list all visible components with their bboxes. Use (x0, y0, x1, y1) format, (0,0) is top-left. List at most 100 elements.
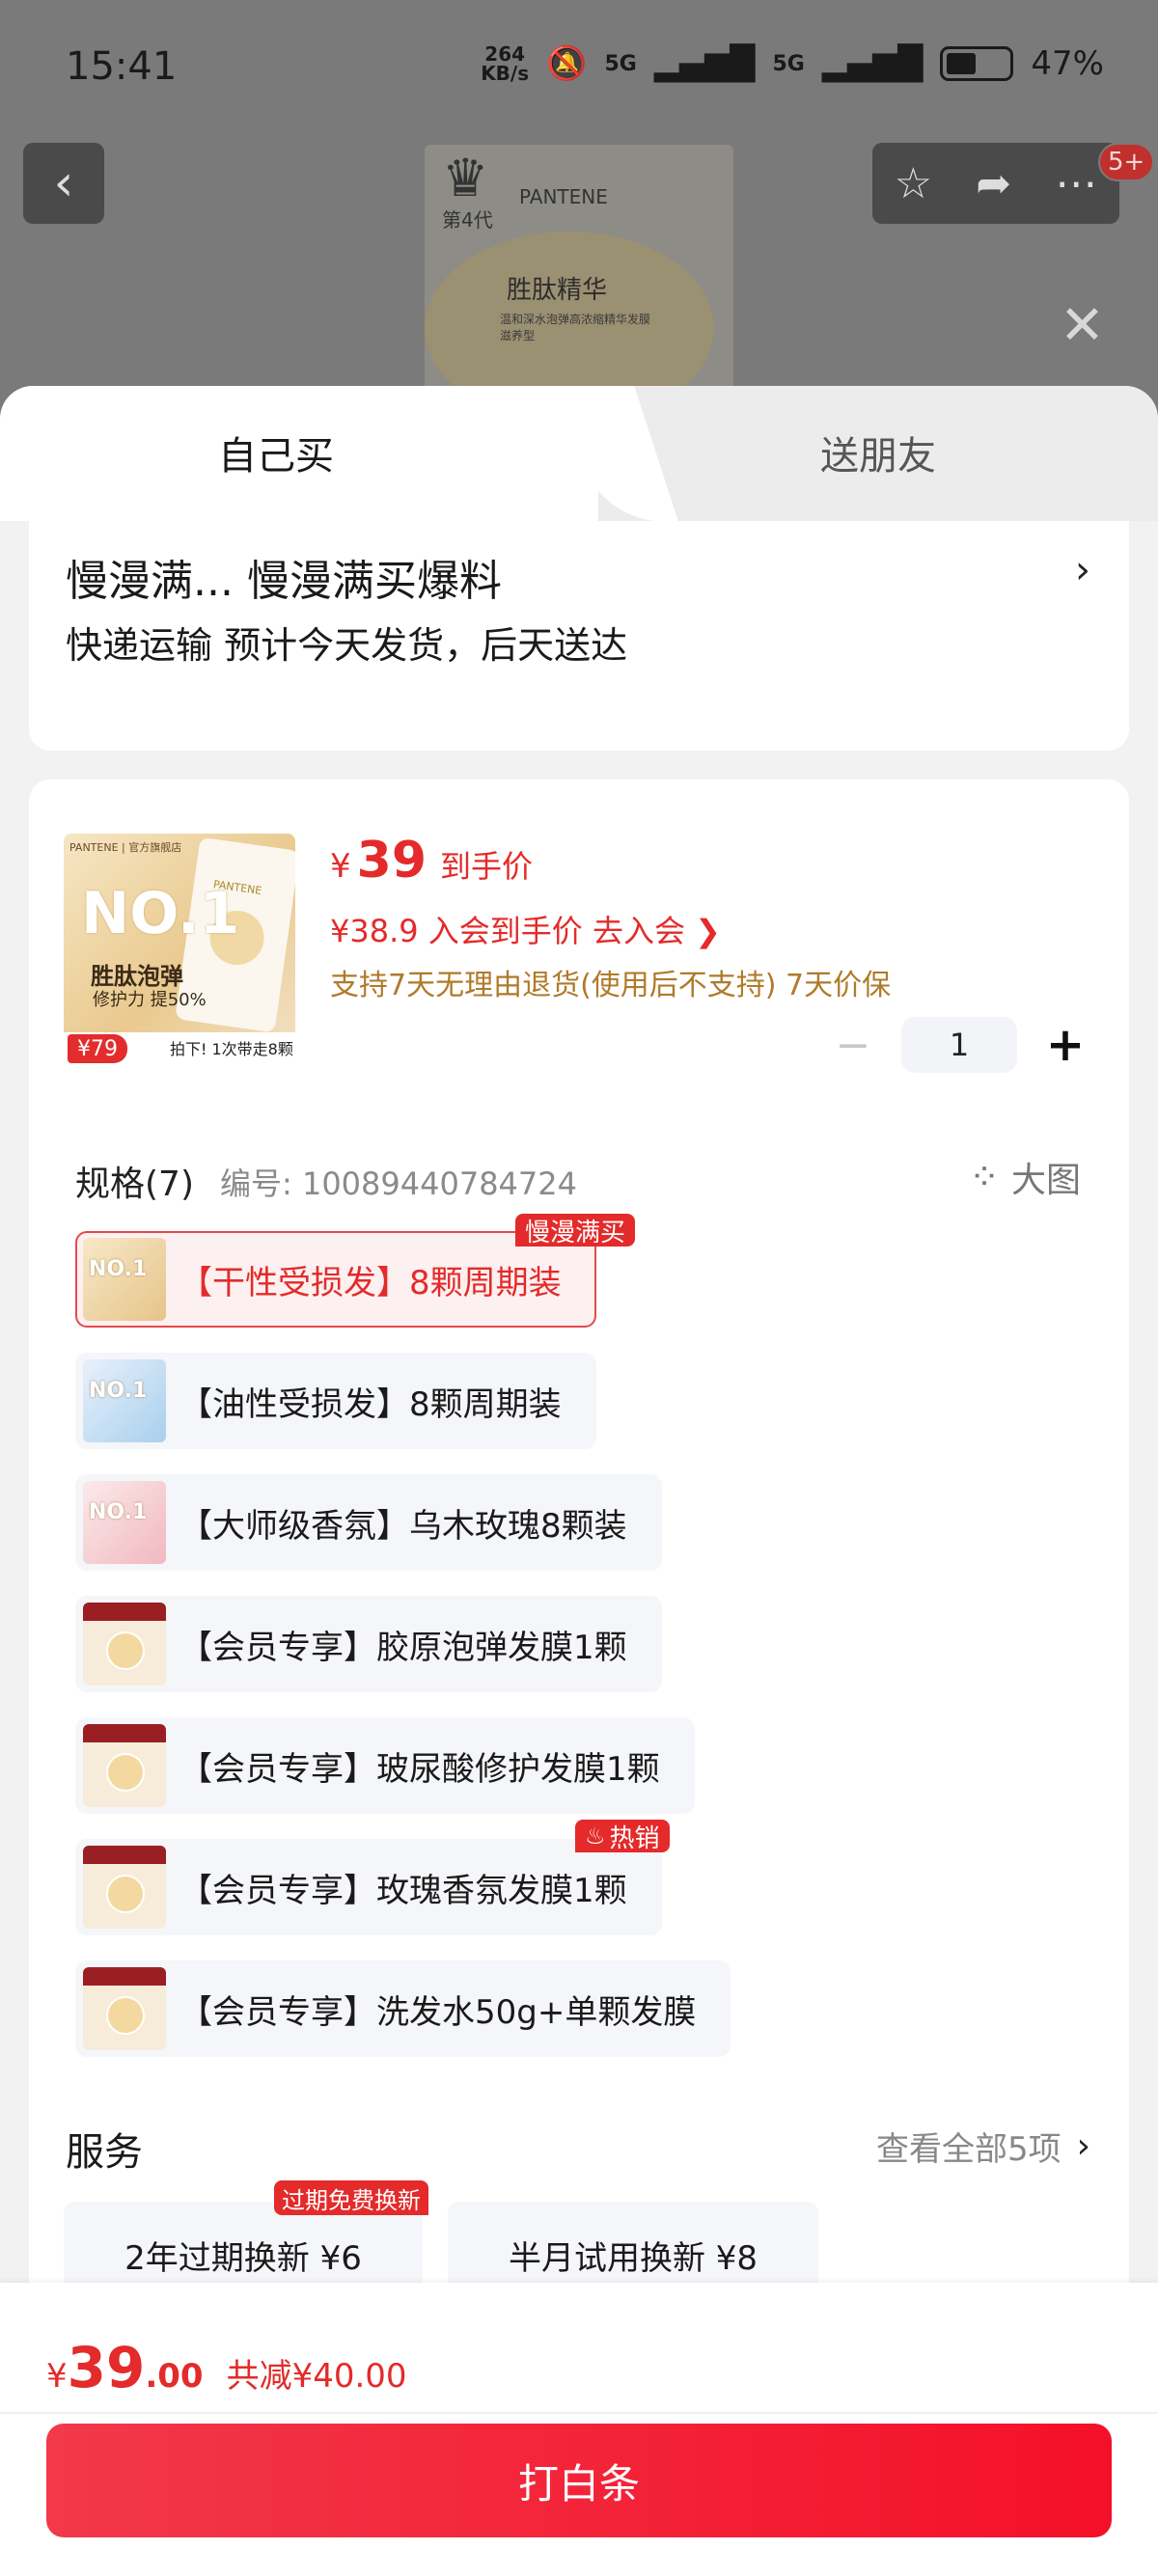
battery-percent: 47% (1031, 44, 1104, 83)
spec-option-label: 【大师级香氛】乌木玫瑰8颗装 (179, 1506, 627, 1546)
fire-icon: ♨ (585, 1822, 606, 1850)
minus-button[interactable]: − (824, 1021, 882, 1070)
background-product-image: ♛ 第4代 PANTENE 胜肽精华 温和深水泡弹高浓缩精华发膜 滋养型 (425, 145, 733, 425)
option-thumbnail (83, 1967, 166, 2050)
battery-level (947, 53, 976, 74)
tab-self[interactable]: 自己买 (0, 386, 598, 521)
big-image-button[interactable]: ⁘ 大图 (969, 1152, 1081, 1202)
spec-option-label: 【会员专享】胶原泡弹发膜1颗 (179, 1628, 627, 1667)
product-image-headline: NO.1 (81, 880, 240, 947)
spec-option[interactable]: 【会员专享】玻尿酸修护发膜1颗 (75, 1717, 695, 1814)
services-view-all[interactable]: 查看全部5项 › (876, 2123, 1090, 2170)
spec-option[interactable]: 【会员专享】胶原泡弹发膜1颗 (75, 1596, 662, 1692)
option-thumbnail (83, 1724, 166, 1807)
price-currency: ¥ (330, 847, 351, 886)
battery-icon (940, 46, 1014, 81)
page-root: 15:41 264 KB/s 🔕 5G ▂▄▆█ 5G ▂▄▆█ 47% ‹ ♛ 第… (0, 0, 1158, 2576)
thumb-disc (106, 1753, 145, 1792)
checkout-bar: ¥ 39 .00 共减¥40.00 打白条 (0, 2283, 1158, 2576)
spec-option-label: 【油性受损发】8颗周期装 (179, 1384, 562, 1424)
services-title: 服务 (66, 2130, 143, 2175)
spec-option[interactable]: 【会员专享】洗发水50g+单颗发膜 (75, 1960, 731, 2057)
vip-price-link[interactable]: ¥38.9 入会到手价 去入会 ❯ (330, 907, 721, 951)
net-speed: 264 KB/s (481, 42, 530, 85)
address-line: 慢漫满... 慢漫满买爆料 (66, 557, 502, 606)
option-promo-tag: 慢漫满买 (515, 1214, 636, 1247)
divider (0, 2412, 1158, 2414)
thumb-disc (106, 1996, 145, 2035)
product-image-price-tag: ¥79 (68, 1034, 127, 1063)
spec-option[interactable]: 【会员专享】玫瑰香氛发膜1颗 (75, 1839, 662, 1935)
chevron-left-icon: ‹ (53, 154, 74, 212)
hot-sale-label: 热销 (609, 1823, 660, 1853)
product-image-line2: 修护力 提50% (93, 990, 207, 1010)
signal-bars-icon: ▂▄▆█ (821, 44, 924, 83)
option-thumbnail: NO.1 (83, 1481, 166, 1564)
service-option-label: 半月试用换新 ¥8 (508, 2238, 758, 2278)
close-icon[interactable]: ✕ (1060, 299, 1105, 353)
tab-gift-label: 送朋友 (820, 434, 936, 479)
thumb-text: NO.1 (89, 1257, 148, 1281)
price-label: 到手价 (440, 848, 534, 885)
plus-button[interactable]: + (1036, 1018, 1094, 1072)
total-discount: 共减¥40.00 (226, 2357, 407, 2396)
star-icon[interactable]: ☆ (895, 159, 932, 208)
signal-bars-icon: ▂▄▆█ (653, 44, 756, 83)
mute-icon: 🔕 (546, 44, 588, 83)
hot-sale-tag: ♨ 热销 (575, 1820, 670, 1853)
thumb-text: NO.1 (89, 1379, 148, 1403)
price-main: ¥ 39 到手价 (330, 832, 533, 890)
total-decimal: .00 (145, 2357, 204, 2396)
back-button[interactable]: ‹ (23, 143, 104, 224)
price-value: 39 (356, 832, 427, 890)
share-icon[interactable]: ➦ (976, 159, 1011, 208)
total-price: ¥ 39 .00 共减¥40.00 (46, 2335, 407, 2400)
option-thumbnail (83, 1603, 166, 1685)
bg-product-subtitle: 温和深水泡弹高浓缩精华发膜 滋养型 (500, 313, 651, 343)
total-currency: ¥ (46, 2357, 68, 2396)
grid-icon: ⁘ (969, 1156, 1000, 1198)
spec-option[interactable]: NO.1 【油性受损发】8颗周期装 (75, 1353, 596, 1449)
status-bar: 15:41 264 KB/s 🔕 5G ▂▄▆█ 5G ▂▄▆█ 47% (0, 0, 1158, 135)
view-all-label: 查看全部5项 (875, 2130, 1062, 2169)
bg-product-title: 胜肽精华 (507, 276, 608, 305)
delivery-estimate: 快递运输 预计今天发货，后天送达 (66, 624, 628, 667)
spec-option-label: 【会员专享】洗发水50g+单颗发膜 (179, 1992, 697, 2032)
address-card[interactable]: 慢漫满... 慢漫满买爆料 › 快递运输 预计今天发货，后天送达 (29, 521, 1129, 751)
quantity-stepper: − 1 + (824, 1017, 1094, 1073)
header-actions: ☆ ➦ ⋯ (872, 143, 1119, 224)
pay-button[interactable]: 打白条 (46, 2424, 1112, 2537)
option-thumbnail: NO.1 (83, 1238, 166, 1321)
option-thumbnail (83, 1846, 166, 1929)
thumb-disc (106, 1631, 145, 1670)
big-image-label: 大图 (1010, 1161, 1081, 1200)
service-option-label: 2年过期换新 ¥6 (124, 2238, 362, 2278)
status-time: 15:41 (66, 44, 178, 89)
option-thumbnail: NO.1 (83, 1359, 166, 1442)
total-integer: 39 (67, 2335, 146, 2400)
chevron-right-icon: › (1076, 2126, 1090, 2166)
spec-number: 编号: 10089440784724 (220, 1165, 577, 1202)
status-indicators: 264 KB/s 🔕 5G ▂▄▆█ 5G ▂▄▆█ 47% (481, 44, 1104, 83)
thumb-text: NO.1 (89, 1500, 148, 1524)
support-policy: 支持7天无理由退货(使用后不支持) 7天价保 (330, 969, 892, 1002)
product-image-promo: 拍下! 1次带走8颗 (170, 1040, 293, 1058)
spec-option-label: 【干性受损发】8颗周期装 (179, 1263, 562, 1302)
product-image[interactable]: PANTENE | 官方旗舰店 PANTENE NO.1 胜肽泡弹 修护力 提5… (64, 834, 295, 1065)
notification-badge: 5+ (1098, 143, 1155, 181)
spec-title: 规格(7) (75, 1165, 194, 1204)
bg-brand: PANTENE (519, 185, 608, 208)
chevron-right-icon: › (1075, 548, 1090, 592)
signal-5g-1: 5G (604, 51, 637, 76)
spec-option-label: 【会员专享】玻尿酸修护发膜1颗 (179, 1749, 660, 1789)
purchase-sheet: 送朋友 自己买 慢漫满... 慢漫满买爆料 › 快递运输 预计今天发货，后天送达… (0, 386, 1158, 2576)
thumb-disc (106, 1875, 145, 1913)
signal-5g-2: 5G (772, 51, 805, 76)
quantity-value[interactable]: 1 (901, 1017, 1017, 1073)
product-image-shop: PANTENE | 官方旗舰店 (69, 841, 182, 854)
spec-option[interactable]: NO.1 【大师级香氛】乌木玫瑰8颗装 (75, 1474, 662, 1571)
more-icon[interactable]: ⋯ (1055, 159, 1097, 208)
tab-self-label: 自己买 (218, 434, 334, 479)
spec-option-label: 【会员专享】玫瑰香氛发膜1颗 (179, 1871, 627, 1910)
service-tag: 过期免费换新 (274, 2180, 428, 2215)
